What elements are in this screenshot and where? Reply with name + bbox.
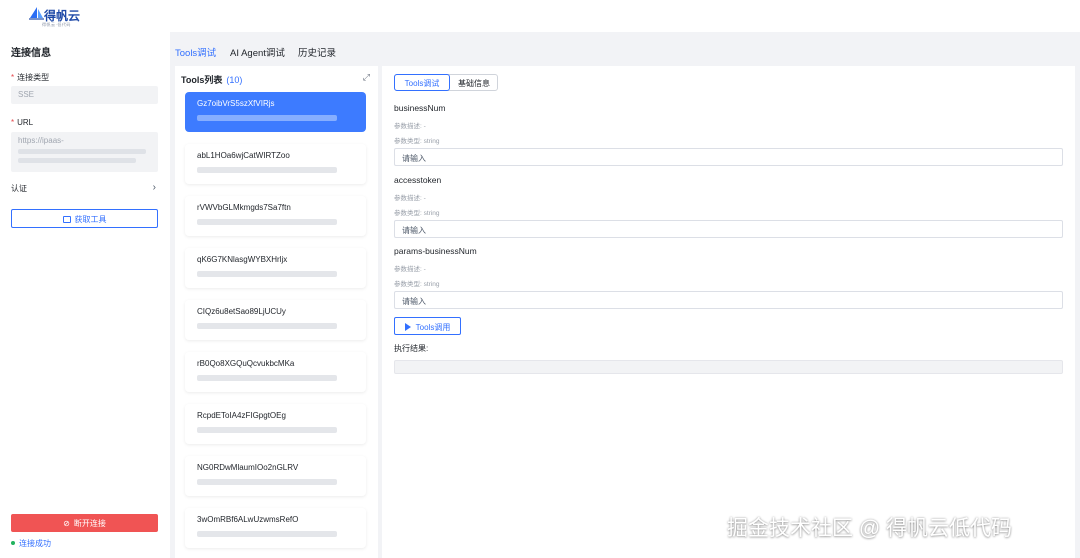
required-mark: *: [11, 73, 15, 82]
params-business-num-input[interactable]: 请输入: [394, 291, 1063, 309]
blurred-description: [197, 271, 337, 277]
play-icon: [404, 323, 411, 331]
tools-invoke-button[interactable]: Tools调用: [394, 317, 461, 335]
result-label: 执行结果:: [394, 344, 429, 353]
url-value: https://ipaas-: [18, 136, 64, 145]
blurred-description: [197, 375, 337, 381]
connection-type-label: * 连接类型: [11, 73, 50, 82]
param-type: 参数类型: string: [394, 210, 440, 217]
param-type: 参数类型: string: [394, 281, 440, 288]
param-type: 参数类型: string: [394, 138, 440, 145]
logo-subtitle: 得帆云·低代码: [42, 22, 71, 27]
url-label: * URL: [11, 118, 34, 127]
tool-name: Gz7oibVrS5szXfVIRjs: [197, 99, 275, 108]
connection-type-select[interactable]: SSE: [11, 86, 158, 104]
tab-ai-agent-debug[interactable]: AI Agent调试: [230, 45, 285, 59]
blurred-description: [197, 167, 337, 173]
tool-name: 3wOmRBf6ALwUzwmsRefO: [197, 515, 299, 524]
tab-tools-debug-detail[interactable]: Tools调试: [394, 74, 450, 91]
access-token-input[interactable]: 请输入: [394, 220, 1063, 238]
tool-card[interactable]: Gz7oibVrS5szXfVIRjs: [185, 92, 366, 132]
auth-label: 认证: [11, 184, 27, 193]
tab-basic-info[interactable]: 基础信息: [451, 75, 497, 90]
watermark: 掘金技术社区 @ 得帆云低代码: [727, 517, 1012, 540]
param-name: accesstoken: [394, 175, 442, 185]
tab-tools-debug[interactable]: Tools调试: [175, 45, 216, 59]
tools-list-panel: Tools列表 (10) ⤢ Gz7oibVrS5szXfVIRjs abL1HO…: [175, 66, 378, 558]
auth-row[interactable]: 认证 ›: [11, 182, 158, 197]
unlink-icon: ⊘: [63, 519, 70, 528]
status-dot-icon: [11, 541, 15, 545]
param-name: businessNum: [394, 103, 446, 113]
blurred-text: [18, 158, 136, 163]
tool-name: NG0RDwMlaumIOo2nGLRV: [197, 463, 299, 472]
top-bar: 得帆云 得帆云·低代码: [0, 0, 1080, 32]
blurred-description: [197, 219, 337, 225]
blurred-description: [197, 427, 337, 433]
tool-name: rB0Qo8XGQuQcvukbcMKa: [197, 359, 295, 368]
blurred-description: [197, 479, 337, 485]
result-output: [394, 360, 1063, 374]
tool-detail-panel: Tools调试 基础信息 businessNum 参数描述: - 参数类型: s…: [382, 66, 1075, 558]
chevron-right-icon: ›: [152, 182, 156, 193]
required-mark: *: [11, 118, 15, 127]
tool-name: rVWVbGLMkmgds7Sa7ftn: [197, 203, 291, 212]
toolbox-icon: [62, 216, 71, 223]
tool-card[interactable]: abL1HOa6wjCatWIRTZoo: [185, 144, 366, 184]
connection-info-title: 连接信息: [11, 48, 51, 59]
disconnect-button[interactable]: ⊘ 断开连接: [11, 514, 158, 532]
blurred-text: [18, 149, 146, 154]
tool-name: RcpdEToIA4zFIGpgtOEg: [197, 411, 286, 420]
tool-card[interactable]: RcpdEToIA4zFIGpgtOEg: [185, 404, 366, 444]
tools-count: (10): [226, 75, 243, 85]
tool-card[interactable]: NG0RDwMlaumIOo2nGLRV: [185, 456, 366, 496]
param-description: 参数描述: -: [394, 195, 426, 202]
app-logo[interactable]: 得帆云 得帆云·低代码: [28, 5, 88, 29]
param-name: params-businessNum: [394, 246, 477, 256]
blurred-description: [197, 115, 337, 121]
blurred-description: [197, 531, 337, 537]
param-description: 参数描述: -: [394, 123, 426, 130]
tool-name: CIQz6u8etSao89LjUCUy: [197, 307, 286, 316]
tool-card[interactable]: qK6G7KNlasgWYBXHrljx: [185, 248, 366, 288]
expand-icon[interactable]: ⤢: [363, 72, 370, 83]
fetch-tools-button[interactable]: 获取工具: [11, 209, 158, 228]
url-textarea[interactable]: https://ipaas-: [11, 132, 158, 172]
tool-card[interactable]: rB0Qo8XGQuQcvukbcMKa: [185, 352, 366, 392]
connection-sidebar: 连接信息 * 连接类型 SSE * URL https://ipaas- 认证 › …: [0, 32, 170, 558]
tool-card[interactable]: rVWVbGLMkmgds7Sa7ftn: [185, 196, 366, 236]
detail-tabs: Tools调试 基础信息: [394, 74, 498, 91]
connection-status: 连接成功: [11, 538, 51, 549]
tools-list-title: Tools列表 (10): [181, 75, 243, 85]
business-num-input[interactable]: 请输入: [394, 148, 1063, 166]
tab-history[interactable]: 历史记录: [298, 45, 336, 59]
blurred-description: [197, 323, 337, 329]
tool-card[interactable]: 3wOmRBf6ALwUzwmsRefO: [185, 508, 366, 548]
tool-card[interactable]: CIQz6u8etSao89LjUCUy: [185, 300, 366, 340]
param-description: 参数描述: -: [394, 266, 426, 273]
tool-name: qK6G7KNlasgWYBXHrljx: [197, 255, 288, 264]
tool-name: abL1HOa6wjCatWIRTZoo: [197, 151, 290, 160]
